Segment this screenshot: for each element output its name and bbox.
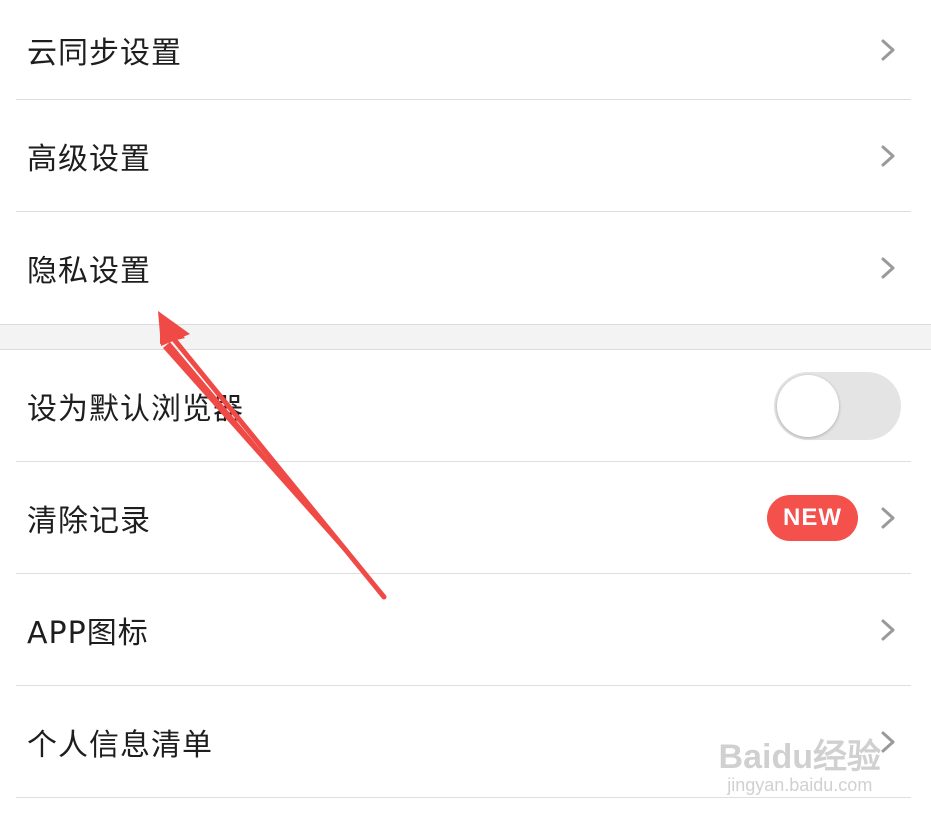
row-label: 云同步设置 <box>27 36 182 71</box>
chevron-right-icon <box>881 145 895 167</box>
settings-group-2: 设为默认浏览器 清除记录 NEW APP图标 个人信息清单 <box>0 350 931 798</box>
section-divider <box>0 324 931 350</box>
chevron-right-icon <box>881 619 895 641</box>
row-label: 隐私设置 <box>27 254 151 289</box>
new-badge: NEW <box>767 495 858 541</box>
row-clear-history[interactable]: 清除记录 NEW <box>0 462 931 574</box>
row-personal-info-list[interactable]: 个人信息清单 <box>0 686 931 798</box>
chevron-right-icon <box>881 39 895 61</box>
row-advanced-settings[interactable]: 高级设置 <box>0 100 931 212</box>
row-set-default-browser: 设为默认浏览器 <box>0 350 931 462</box>
chevron-right-icon <box>881 507 895 529</box>
row-label: APP图标 <box>27 616 149 651</box>
toggle-knob <box>777 375 839 437</box>
row-privacy-settings[interactable]: 隐私设置 <box>0 212 931 324</box>
settings-group-1: 云同步设置 高级设置 隐私设置 <box>0 0 931 324</box>
row-app-icon[interactable]: APP图标 <box>0 574 931 686</box>
row-label: 个人信息清单 <box>27 728 213 763</box>
default-browser-toggle[interactable] <box>774 372 901 440</box>
row-label: 清除记录 <box>27 504 151 539</box>
row-cloud-sync-settings[interactable]: 云同步设置 <box>0 0 931 100</box>
row-label: 设为默认浏览器 <box>27 392 244 427</box>
settings-page: 云同步设置 高级设置 隐私设置 设为默认浏览器 清除记录 NEW APP图标 个… <box>0 0 931 815</box>
divider <box>16 797 911 798</box>
row-label: 高级设置 <box>27 142 151 177</box>
chevron-right-icon <box>881 257 895 279</box>
chevron-right-icon <box>881 731 895 753</box>
